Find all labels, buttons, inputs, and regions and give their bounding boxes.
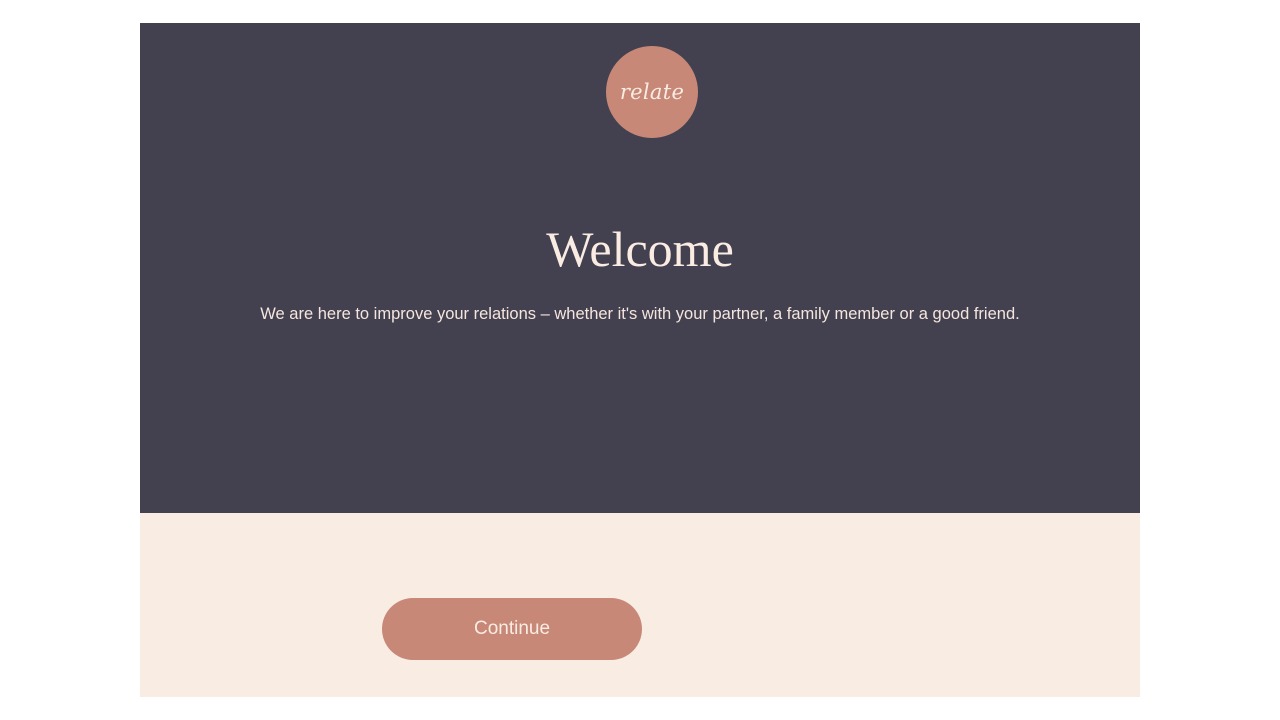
- logo-text: relate: [619, 80, 685, 104]
- action-panel: [140, 513, 1140, 697]
- relate-logo: relate: [606, 46, 698, 138]
- welcome-panel: relate Welcome We are here to improve yo…: [140, 23, 1140, 513]
- welcome-description: We are here to improve your relations – …: [260, 305, 1020, 323]
- page-title: Welcome: [546, 221, 734, 277]
- onboarding-card: relate Welcome We are here to improve yo…: [140, 23, 1140, 697]
- continue-button[interactable]: Continue: [382, 598, 642, 660]
